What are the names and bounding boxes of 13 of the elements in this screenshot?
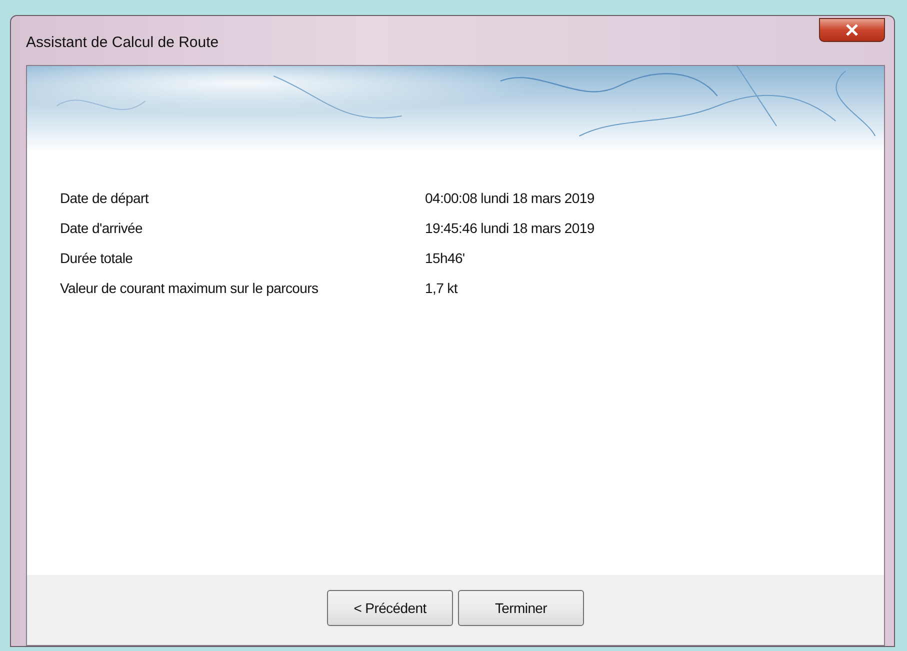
field-label: Valeur de courant maximum sur le parcours [60, 280, 320, 296]
close-icon [845, 24, 859, 36]
field-value: 15h46' [425, 250, 465, 266]
finish-button[interactable]: Terminer [458, 590, 584, 626]
field-value: 19:45:46 lundi 18 mars 2019 [425, 220, 594, 236]
field-label: Date d'arrivée [60, 220, 144, 236]
field-value: 1,7 kt [425, 280, 458, 296]
field-label: Durée totale [60, 250, 134, 266]
field-value: 04:00:08 lundi 18 mars 2019 [425, 190, 594, 206]
close-button[interactable] [819, 18, 885, 42]
field-label: Date de départ [60, 190, 150, 206]
window-title: Assistant de Calcul de Route [26, 33, 219, 51]
previous-button[interactable]: < Précédent [327, 590, 453, 626]
